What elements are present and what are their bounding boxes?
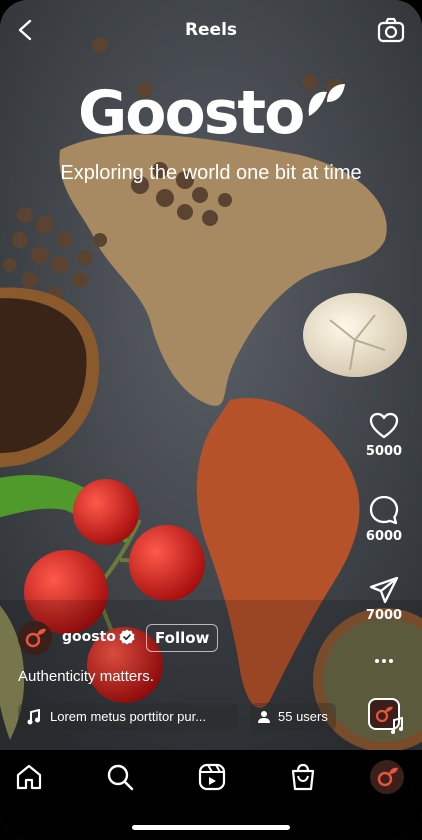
reels-icon[interactable]: [197, 762, 227, 792]
page-title: Reels: [184, 20, 238, 40]
avatar[interactable]: [18, 621, 52, 655]
heart-icon: [369, 412, 399, 439]
shop-icon[interactable]: [288, 762, 318, 792]
users-icon: [258, 711, 270, 723]
users-pill[interactable]: 55 users: [250, 703, 336, 731]
more-button[interactable]: [356, 656, 412, 666]
comment-count: 6000: [365, 529, 403, 544]
home-indicator: [132, 825, 290, 830]
verified-icon: [119, 629, 135, 645]
comment-button[interactable]: 6000: [356, 493, 412, 544]
author-row: goosto Follow: [18, 620, 278, 656]
brand-logo: Goosto: [0, 78, 422, 158]
audio-pill[interactable]: Lorem metus porttitor pur...: [18, 703, 238, 731]
music-note-icon: [27, 709, 40, 725]
like-count: 5000: [365, 444, 403, 459]
search-icon[interactable]: [105, 762, 135, 792]
caption[interactable]: Authenticity matters.: [18, 668, 154, 685]
author-name[interactable]: goosto: [62, 629, 116, 645]
logo-text: Goosto: [78, 78, 305, 148]
comment-icon: [369, 495, 399, 525]
share-count: 7000: [365, 608, 403, 623]
like-button[interactable]: 5000: [356, 410, 412, 459]
share-icon: [369, 576, 399, 604]
audio-track: Lorem metus porttitor pur...: [50, 709, 207, 724]
more-icon: [375, 659, 393, 663]
top-bar: Reels: [0, 12, 422, 52]
tagline: Exploring the world one bit at time: [60, 162, 362, 184]
home-icon[interactable]: [14, 762, 44, 792]
camera-icon[interactable]: [376, 15, 406, 45]
follow-button[interactable]: Follow: [146, 624, 219, 652]
profile-icon[interactable]: [370, 760, 404, 794]
users-count: 55 users: [278, 709, 328, 724]
leaf-icon: [308, 84, 345, 116]
share-button[interactable]: 7000: [356, 574, 412, 623]
phone-frame: Reels Goosto Exploring the world one bit…: [0, 0, 422, 840]
audio-thumbnail[interactable]: [368, 698, 404, 734]
